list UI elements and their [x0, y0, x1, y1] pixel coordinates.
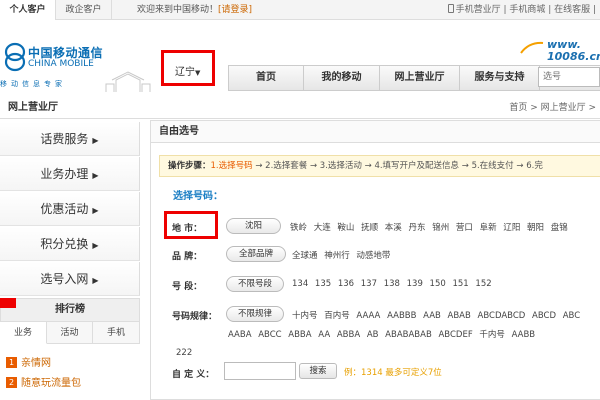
top-bar: 个人客户 政企客户 欢迎来到中国移动！[请登录] 手机营业厅 | 手机商城 | …: [0, 0, 600, 20]
logo-name-en: CHINA MOBILE: [28, 59, 94, 69]
chevron-down-icon: ▼: [195, 69, 201, 77]
segment-options[interactable]: 134 135 136 137 138 139 150 151 152: [292, 279, 492, 289]
ranking-tab-business[interactable]: 业务: [0, 322, 47, 344]
panel-title: 自由选号: [151, 121, 600, 143]
rule-options[interactable]: 十内号 百内号 AAAA AABBB AAB ABAB ABCDABCD ABC…: [292, 309, 580, 321]
step-indicator: 操作步骤：1.选择号码 → 2.选择套餐 → 3.选择活动 → 4.填写开户及配…: [159, 155, 600, 177]
ranking-tab-phone[interactable]: 手机: [93, 322, 140, 344]
search-button[interactable]: 搜索: [299, 363, 337, 379]
nav-my-mobile[interactable]: 我的移动: [304, 66, 380, 90]
phone-icon: [447, 4, 454, 13]
rule-selected-button[interactable]: 不限规律: [226, 306, 284, 322]
caret-right-icon: ▶: [92, 171, 99, 180]
website-brand: www. 10086.cn: [519, 38, 600, 64]
nav-support[interactable]: 服务与支持: [460, 66, 540, 90]
search-input[interactable]: [538, 67, 600, 87]
ranking-header: 排行榜: [0, 298, 140, 322]
breadcrumb[interactable]: 首页 > 网上营业厅 >: [509, 97, 596, 119]
top-links[interactable]: 手机营业厅 | 手机商城 | 在线客服 |: [447, 0, 596, 20]
city-selector[interactable]: 辽宁▼: [161, 50, 215, 86]
custom-number-input[interactable]: [224, 362, 296, 380]
sidebar-item-business[interactable]: 业务办理 ▶: [0, 157, 140, 191]
nav-online-hall[interactable]: 网上营业厅: [380, 66, 460, 90]
rank-number: 1: [6, 357, 17, 368]
sidebar-item-label: 业务办理: [40, 167, 89, 181]
city-selector-label[interactable]: 辽宁▼: [175, 63, 200, 78]
caret-right-icon: ▶: [92, 276, 99, 285]
nav-home[interactable]: 首页: [229, 66, 304, 90]
top-links-text[interactable]: 手机营业厅 | 手机商城 | 在线客服 |: [456, 5, 596, 15]
city-selected-button[interactable]: 沈阳: [226, 218, 281, 234]
rule-filter-label: 号码规律：: [172, 312, 218, 322]
login-link[interactable]: [请登录]: [218, 5, 252, 15]
sidebar-item-number-select[interactable]: 选号入网 ▶: [0, 262, 140, 296]
define-label: 自 定 义：: [172, 370, 215, 380]
breadcrumb-bar: 网上营业厅 首页 > 网上营业厅 >: [0, 97, 600, 119]
brand-filter-label: 品 牌：: [172, 252, 203, 262]
hot-badge-icon: [0, 298, 16, 308]
welcome-label: 欢迎来到中国移动！: [137, 5, 219, 15]
city-name: 辽宁: [175, 67, 195, 78]
section-title: 网上营业厅: [8, 102, 58, 113]
sidebar-item-label: 积分兑换: [40, 237, 89, 251]
ranking-item-label[interactable]: 随意玩流量包: [21, 378, 81, 389]
ranking-item[interactable]: 2 随意玩流量包: [6, 376, 81, 392]
sidebar-item-billing[interactable]: 话费服务 ▶: [0, 122, 140, 156]
sidebar-item-points[interactable]: 积分兑换 ▶: [0, 227, 140, 261]
china-mobile-logo-icon: [4, 42, 26, 72]
segment-selected-button[interactable]: 不限号段: [226, 276, 284, 292]
ranking-tab-activity[interactable]: 活动: [47, 322, 93, 344]
sidebar-item-label: 优惠活动: [40, 202, 89, 216]
sidebar-item-label: 选号入网: [40, 272, 89, 286]
temple-illustration-icon: [105, 71, 151, 92]
brand-selected-button[interactable]: 全部品牌: [226, 246, 286, 262]
steps-remaining: → 2.选择套餐 → 3.选择活动 → 4.填写开户及配送信息 → 5.在线支付…: [255, 161, 543, 171]
rule-options-line2[interactable]: AABA ABCC ABBA AA ABBA AB ABABABAB ABCDE…: [228, 328, 535, 340]
brand-line2: 10086.cn: [547, 50, 600, 63]
welcome-text: 欢迎来到中国移动！[请登录]: [137, 0, 252, 20]
ranking-item[interactable]: 1 亲情网: [6, 356, 51, 372]
caret-right-icon: ▶: [92, 241, 99, 250]
caret-right-icon: ▶: [92, 206, 99, 215]
rank-number: 2: [6, 377, 17, 388]
sidebar-item-offers[interactable]: 优惠活动 ▶: [0, 192, 140, 226]
caret-right-icon: ▶: [92, 136, 99, 145]
define-hint: 例：1314 最多可定义7位: [344, 368, 442, 378]
pick-number-title: 选择号码：: [173, 191, 223, 202]
rule-options-line3[interactable]: 222: [176, 348, 192, 358]
highlight-box: [164, 211, 218, 239]
logo-slogan: 移动信息专家: [0, 80, 66, 88]
swoosh-icon: [520, 41, 544, 54]
tab-enterprise[interactable]: 政企客户: [56, 0, 112, 20]
city-options[interactable]: 铁岭 大连 鞍山 抚顺 本溪 丹东 锦州 营口 阜新 辽阳 朝阳 盘锦: [290, 221, 568, 233]
ranking-item-label[interactable]: 亲情网: [21, 358, 51, 369]
sidebar-item-label: 话费服务: [40, 132, 89, 146]
tab-personal[interactable]: 个人客户: [0, 0, 56, 20]
brand-options[interactable]: 全球通 神州行 动感地带: [292, 249, 390, 261]
step-current: 1.选择号码: [210, 161, 253, 171]
segment-filter-label: 号 段：: [172, 282, 203, 292]
steps-label: 操作步骤：: [168, 161, 211, 171]
